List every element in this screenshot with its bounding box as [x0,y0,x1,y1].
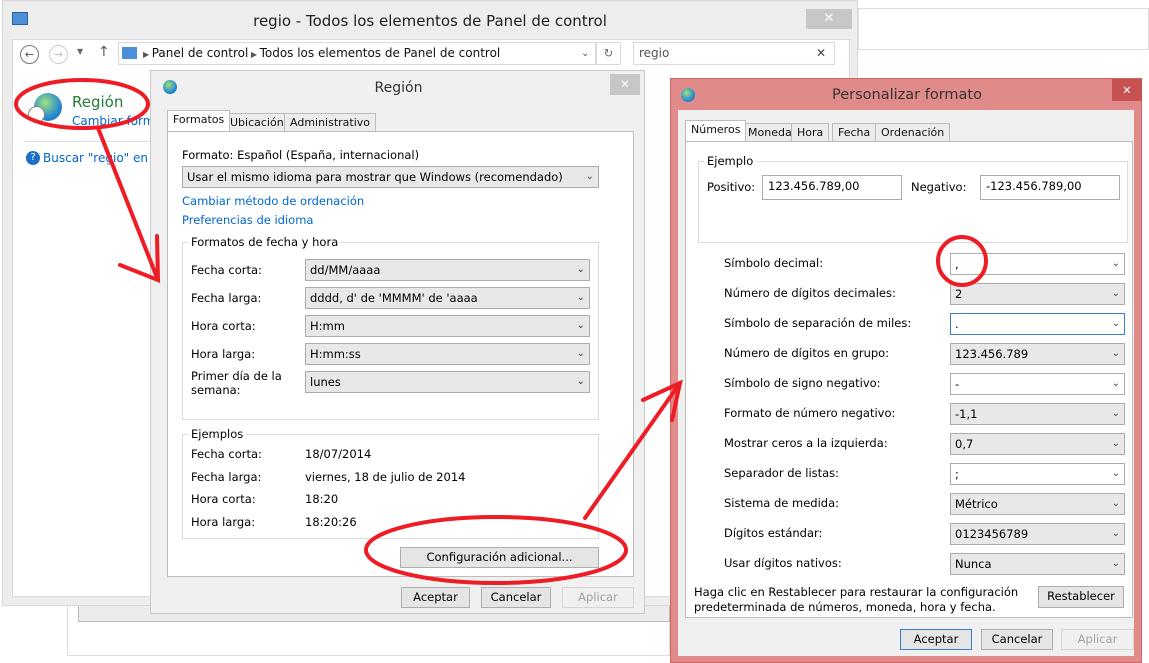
annotation-arrowhead-1 [118,234,161,283]
annotation-arrow-1 [96,126,160,282]
annotation-ellipse-region [14,78,150,130]
annotation-arrow-2 [583,381,682,520]
tab-formatos[interactable]: Formatos [167,110,231,131]
annotation-overlay [14,78,988,585]
annotation-ellipse-button [364,515,628,585]
annotation-circle-decimal [936,235,988,287]
tab-numeros[interactable]: Números [685,120,747,141]
